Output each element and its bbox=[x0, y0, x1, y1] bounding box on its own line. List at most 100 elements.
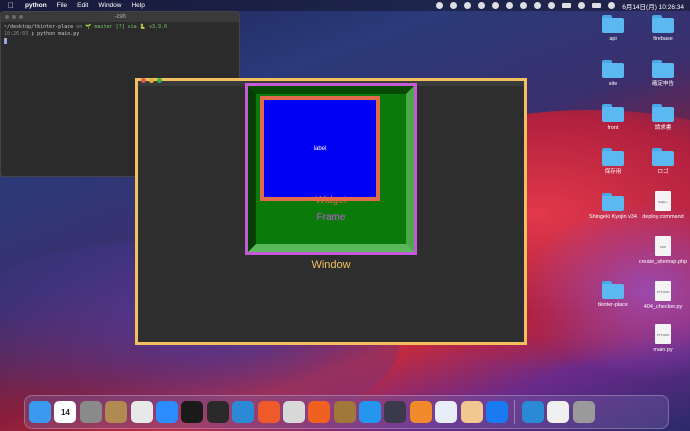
desktop-file[interactable]: PYTHON main.py bbox=[633, 324, 690, 354]
desktop-icon-label: main.py bbox=[653, 347, 673, 353]
wifi-icon[interactable] bbox=[548, 2, 556, 9]
status-icon[interactable] bbox=[436, 2, 444, 9]
status-icon[interactable] bbox=[520, 2, 528, 9]
apple-icon[interactable]:  bbox=[8, 1, 15, 10]
folder-icon bbox=[602, 60, 624, 78]
iterm-icon[interactable] bbox=[181, 401, 204, 423]
menu-window[interactable]: Window bbox=[98, 2, 121, 9]
desktop-folder[interactable]: 請求書 bbox=[633, 104, 690, 132]
terminal-cursor bbox=[4, 38, 7, 44]
desktop-file[interactable]: PYTHON 404_checker.py bbox=[633, 281, 690, 311]
battery-icon[interactable] bbox=[562, 3, 572, 8]
desktop-icon-label: front bbox=[607, 125, 619, 131]
status-icon[interactable] bbox=[478, 2, 486, 9]
desktop-file[interactable]: SHELL deploy.command bbox=[633, 191, 690, 221]
desktop-icon-label: deploy.command bbox=[642, 214, 684, 220]
menu-clock[interactable]: 6月14日(月) 10:26:34 bbox=[622, 1, 684, 11]
tk-widget-label: label bbox=[260, 96, 380, 201]
calendar-icon[interactable]: 14 bbox=[54, 401, 77, 423]
status-icon[interactable] bbox=[450, 2, 458, 9]
document-icon: PYTHON bbox=[655, 324, 671, 344]
python-launcher-icon[interactable] bbox=[460, 401, 483, 423]
docker-icon[interactable] bbox=[359, 401, 382, 423]
terminal-command: ❯ python main.py bbox=[31, 31, 80, 37]
cloud-icon[interactable] bbox=[506, 2, 514, 9]
desktop-folder[interactable]: 確定申告 bbox=[633, 60, 690, 88]
zoom-icon[interactable] bbox=[155, 401, 178, 423]
status-icon[interactable] bbox=[464, 2, 472, 9]
terminal-output[interactable]: ~/desktop/tkinter-place on 🌱 master [?] … bbox=[1, 22, 239, 48]
zoom-icon[interactable] bbox=[157, 78, 162, 83]
folder-icon bbox=[652, 60, 674, 78]
file-badge: PYTHON bbox=[656, 333, 670, 337]
control-center-icon[interactable] bbox=[592, 3, 602, 8]
system-preferences-icon[interactable] bbox=[79, 401, 102, 423]
folder-icon bbox=[602, 193, 624, 211]
tk-frame: label bbox=[245, 83, 417, 255]
tk-window[interactable]: label Widget Frame Window bbox=[135, 78, 527, 345]
sequel-icon[interactable] bbox=[282, 401, 305, 423]
dock: 14 bbox=[24, 395, 669, 429]
desktop-icon-label: tkinter-place bbox=[598, 302, 628, 308]
vscode-2-icon[interactable] bbox=[521, 401, 544, 423]
bluetooth-icon[interactable] bbox=[534, 2, 542, 9]
document-icon: PHP bbox=[655, 236, 671, 256]
document-icon: PYTHON bbox=[655, 281, 671, 301]
minimize-icon[interactable] bbox=[12, 15, 16, 19]
archive-icon[interactable] bbox=[105, 401, 128, 423]
folder-icon bbox=[602, 15, 624, 33]
widget-caption: Widget bbox=[315, 195, 347, 206]
terminal-branch: 🌱 master [?] via 🐍 v3.9.0 bbox=[85, 24, 167, 30]
document-icon[interactable] bbox=[547, 401, 570, 423]
terminal-time: 10:26:03 bbox=[4, 31, 29, 37]
finder-icon[interactable] bbox=[29, 401, 51, 423]
desktop-icon-label: ロゴ bbox=[657, 169, 669, 175]
close-icon[interactable] bbox=[5, 15, 9, 19]
infinity-icon[interactable] bbox=[486, 401, 509, 423]
folder-icon bbox=[652, 104, 674, 122]
stats-icon[interactable] bbox=[308, 401, 331, 423]
desktop-icon-label: create_sitemap.php bbox=[638, 259, 688, 265]
folder-icon bbox=[602, 281, 624, 299]
desktop-icon-label: firebase bbox=[653, 36, 673, 42]
menu-bar:  python File Edit Window Help 6月14日(月) … bbox=[0, 0, 690, 11]
desktop-folder[interactable]: firebase bbox=[633, 15, 690, 43]
menu-edit[interactable]: Edit bbox=[77, 2, 88, 9]
safari-like-icon[interactable] bbox=[257, 401, 280, 423]
folder-icon bbox=[652, 148, 674, 166]
trash-icon[interactable] bbox=[572, 401, 595, 423]
zoom-icon[interactable] bbox=[19, 15, 23, 19]
desktop-folder[interactable]: ロゴ bbox=[633, 148, 690, 176]
file-badge: SHELL bbox=[658, 200, 668, 204]
terminal-on: on bbox=[76, 24, 83, 30]
file-badge: PYTHON bbox=[656, 290, 670, 294]
document-icon: SHELL bbox=[655, 191, 671, 211]
preview-icon[interactable] bbox=[435, 401, 458, 423]
folder-icon bbox=[602, 148, 624, 166]
tk-frame-relief: label bbox=[248, 86, 414, 252]
box-icon[interactable] bbox=[333, 401, 356, 423]
terminal-title: -zsh bbox=[114, 14, 126, 20]
desktop-icon-label: 確定申告 bbox=[651, 81, 674, 87]
vscode-icon[interactable] bbox=[232, 401, 255, 423]
status-icon[interactable] bbox=[492, 2, 500, 9]
close-icon[interactable] bbox=[141, 78, 146, 83]
chrome-icon[interactable] bbox=[130, 401, 153, 423]
menu-app-name[interactable]: python bbox=[25, 2, 47, 9]
desktop-icon-label: 請求書 bbox=[654, 125, 672, 131]
desktop-file[interactable]: PHP create_sitemap.php bbox=[633, 236, 690, 266]
window-caption: Window bbox=[311, 259, 351, 271]
desktop-icon-label: 保存用 bbox=[604, 169, 622, 175]
quicktime-icon[interactable] bbox=[384, 401, 407, 423]
siri-icon[interactable] bbox=[608, 2, 616, 9]
terminal-titlebar[interactable]: -zsh bbox=[1, 12, 239, 22]
terminal-icon[interactable] bbox=[206, 401, 229, 423]
widget-label-text: label bbox=[313, 145, 327, 152]
search-icon[interactable] bbox=[578, 2, 586, 9]
minimize-icon[interactable] bbox=[149, 78, 154, 83]
frame-caption: Frame bbox=[316, 212, 346, 223]
sourcetree-icon[interactable] bbox=[409, 401, 432, 423]
menu-file[interactable]: File bbox=[57, 2, 67, 9]
menu-help[interactable]: Help bbox=[131, 2, 144, 9]
desktop-icon-label: Shingeki Kyojin v34 bbox=[588, 214, 637, 220]
